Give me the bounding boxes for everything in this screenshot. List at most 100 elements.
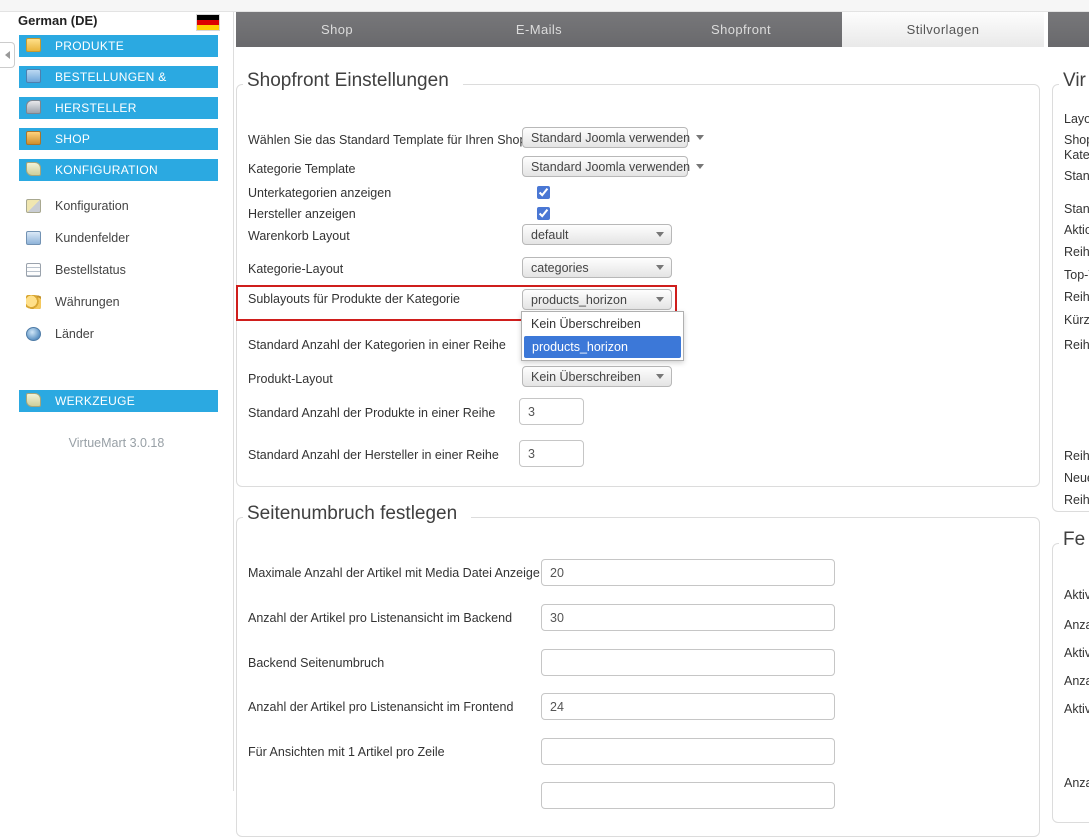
field-label: Kateg	[1064, 148, 1089, 162]
sidebar-item-laender[interactable]: Länder	[19, 324, 218, 344]
field-label: Sublayouts für Produkte der Kategorie	[248, 292, 460, 306]
config-scissors-icon	[26, 199, 41, 213]
tab-label: Shopfront	[711, 22, 771, 37]
products-icon	[26, 38, 41, 52]
sidebar-item-werkzeuge[interactable]: WERKZEUGE	[19, 390, 218, 412]
frontend-list-count-input[interactable]	[541, 693, 835, 720]
category-layout-select[interactable]: categories	[522, 257, 672, 278]
default-template-select[interactable]: Standard Joomla verwenden	[522, 127, 688, 148]
field-label: Backend Seitenumbruch	[248, 656, 384, 670]
tab-shop[interactable]: Shop	[236, 12, 438, 47]
tab-bar: Shop E-Mails Shopfront Stilvorlagen	[236, 12, 1089, 47]
dropdown-option-selected[interactable]: products_horizon	[524, 336, 681, 358]
products-per-row-input[interactable]	[519, 398, 584, 425]
sidebar-item-konfiguration-group[interactable]: KONFIGURATION	[19, 159, 218, 181]
orders-icon	[26, 69, 41, 83]
shop-icon	[26, 131, 41, 145]
customer-fields-icon	[26, 231, 41, 245]
sidebar-item-bestellungen[interactable]: BESTELLUNGEN &	[19, 66, 218, 88]
field-label: Aktio	[1064, 223, 1089, 237]
tools-icon	[26, 393, 41, 407]
category-template-select[interactable]: Standard Joomla verwenden	[522, 156, 688, 177]
field-label: Anza	[1064, 776, 1089, 790]
field-label: Anzahl der Artikel pro Listenansicht im …	[248, 700, 513, 714]
pagination-title: Seitenumbruch festlegen	[243, 503, 471, 525]
sidebar-item-label: Kundenfelder	[55, 231, 129, 245]
sidebar-item-produkte[interactable]: PRODUKTE	[19, 35, 218, 57]
sidebar-divider	[233, 12, 234, 791]
tab-shopfront[interactable]: Shopfront	[640, 12, 842, 47]
shopfront-settings-title: Shopfront Einstellungen	[243, 70, 463, 92]
select-value: default	[531, 228, 569, 242]
field-label: Hersteller anzeigen	[248, 207, 356, 221]
sidebar-item-label: BESTELLUNGEN &	[55, 70, 167, 84]
field-label: Kürzl	[1064, 313, 1089, 327]
field-label: Für Ansichten mit 1 Artikel pro Zeile	[248, 745, 445, 759]
show-subcategories-checkbox[interactable]	[537, 186, 550, 199]
sidebar-item-kundenfelder[interactable]: Kundenfelder	[19, 228, 218, 248]
one-per-row-input[interactable]	[541, 738, 835, 765]
chevron-down-icon	[656, 265, 664, 270]
right-module-panel: Vir Layou Shop Kateg Stand Stand Aktio R…	[1052, 84, 1089, 512]
manufacturers-per-row-input[interactable]	[519, 440, 584, 467]
chevron-down-icon	[696, 164, 704, 169]
field-label: Aktivi	[1064, 702, 1089, 716]
tab-partial[interactable]	[1048, 12, 1089, 47]
field-label: Aktivi	[1064, 588, 1089, 602]
sidebar-item-label: Konfiguration	[55, 199, 129, 213]
tab-label: E-Mails	[516, 22, 562, 37]
chevron-down-icon	[656, 297, 664, 302]
show-manufacturers-checkbox[interactable]	[537, 207, 550, 220]
field-label: Standard Anzahl der Produkte in einer Re…	[248, 406, 495, 420]
chevron-left-icon	[5, 51, 10, 59]
field-label: Anza	[1064, 674, 1089, 688]
field-label: Warenkorb Layout	[248, 229, 350, 243]
sidebar-item-label: Bestellstatus	[55, 263, 126, 277]
field-label: Kategorie Template	[248, 162, 355, 176]
sidebar-item-label: SHOP	[55, 132, 90, 146]
partial-bottom-input[interactable]	[541, 782, 835, 809]
field-label: Anza	[1064, 618, 1089, 632]
sidebar-item-label: HERSTELLER	[55, 101, 137, 115]
field-label: Reihe	[1064, 290, 1089, 304]
cart-layout-select[interactable]: default	[522, 224, 672, 245]
right-feed-title: Fe	[1059, 529, 1089, 551]
sidebar-item-label: PRODUKTE	[55, 39, 124, 53]
tab-stilvorlagen[interactable]: Stilvorlagen	[842, 12, 1044, 47]
field-label: Reihe	[1064, 449, 1089, 463]
backend-list-count-input[interactable]	[541, 604, 835, 631]
select-value: Kein Überschreiben	[531, 370, 641, 384]
select-value: products_horizon	[531, 293, 627, 307]
right-feed-panel: Fe Aktivi Anza Aktivi Anza Aktivi Anza	[1052, 543, 1089, 823]
chevron-down-icon	[696, 135, 704, 140]
field-label: Layou	[1064, 112, 1089, 126]
tab-emails[interactable]: E-Mails	[438, 12, 640, 47]
dropdown-option[interactable]: Kein Überschreiben	[523, 313, 682, 335]
sidebar-item-label: Länder	[55, 327, 94, 341]
globe-icon	[26, 327, 41, 341]
shopfront-settings-panel: Shopfront Einstellungen Wählen Sie das S…	[236, 84, 1040, 487]
field-label: Neue	[1064, 471, 1089, 485]
field-label: Kategorie-Layout	[248, 262, 343, 276]
sidebar-item-konfiguration[interactable]: Konfiguration	[19, 196, 218, 216]
sidebar-item-label: KONFIGURATION	[55, 163, 158, 177]
field-label: Stand	[1064, 169, 1089, 183]
sidebar-item-label: WERKZEUGE	[55, 394, 135, 408]
chevron-down-icon	[656, 374, 664, 379]
right-module-title: Vir	[1059, 70, 1089, 92]
sidebar-collapse-handle[interactable]	[0, 42, 15, 68]
pagination-panel: Seitenumbruch festlegen Maximale Anzahl …	[236, 517, 1040, 837]
field-label: Reihe	[1064, 493, 1089, 507]
product-layout-select[interactable]: Kein Überschreiben	[522, 366, 672, 387]
backend-pagination-input[interactable]	[541, 649, 835, 676]
wrench-icon	[26, 100, 41, 114]
category-sublayout-select[interactable]: products_horizon	[522, 289, 672, 310]
select-value: categories	[531, 261, 589, 275]
max-media-articles-input[interactable]	[541, 559, 835, 586]
field-label: Wählen Sie das Standard Template für Ihr…	[248, 133, 526, 147]
sidebar-item-bestellstatus[interactable]: Bestellstatus	[19, 260, 218, 280]
sidebar-item-hersteller[interactable]: HERSTELLER	[19, 97, 218, 119]
sidebar-item-waehrungen[interactable]: Währungen	[19, 292, 218, 312]
sidebar-item-shop[interactable]: SHOP	[19, 128, 218, 150]
language-label: German (DE)	[18, 13, 97, 28]
